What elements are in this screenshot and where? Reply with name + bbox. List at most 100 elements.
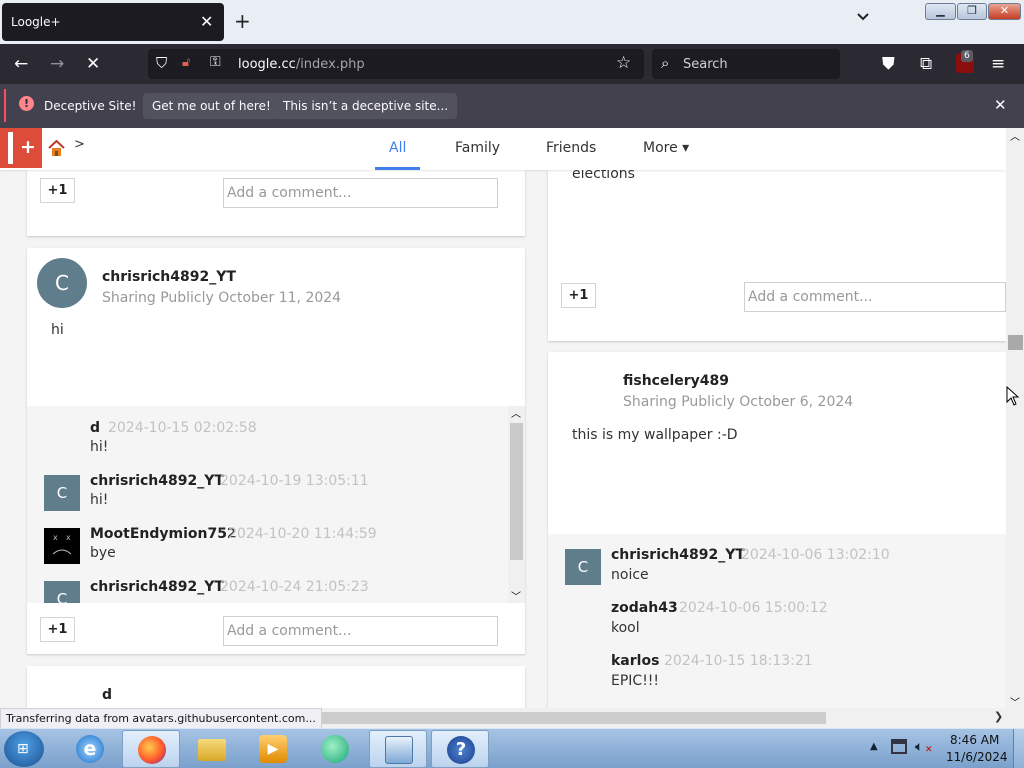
deceptive-site-notification: ! Deceptive Site! Get me out of here! Th… [0, 84, 1024, 128]
windows-taskbar: ⊞ e ▶ ? ▲ 🔈︎ ✕ 8:46 AM 11/6/2024 [0, 728, 1024, 768]
comment-avatar[interactable]: C [44, 581, 80, 603]
page-scrollbar[interactable]: ︿ ﹀ [1006, 128, 1024, 708]
back-icon[interactable]: ← [14, 54, 28, 74]
extensions-icon[interactable]: ⧉ [920, 54, 932, 74]
search-icon: ⌕ [661, 54, 670, 72]
green-app-icon [321, 735, 349, 763]
comment-text: kool [611, 620, 640, 636]
comment-author[interactable]: zodah43 [611, 600, 678, 616]
comment-avatar[interactable]: C [44, 475, 80, 511]
list-all-tabs-icon[interactable] [856, 10, 870, 26]
notification-close-icon[interactable]: ✕ [994, 96, 1007, 114]
comment-avatar[interactable]: C [565, 549, 601, 585]
plus-one-button[interactable]: +1 [561, 283, 596, 308]
taskbar-help[interactable]: ? [431, 730, 489, 768]
tab-all[interactable]: All [389, 140, 406, 156]
new-tab-button[interactable]: + [234, 9, 251, 33]
menu-icon[interactable]: ≡ [991, 54, 1005, 74]
scroll-down-icon[interactable]: ﹀ [1010, 694, 1020, 708]
site-logo[interactable]: + [0, 128, 42, 168]
comment-avatar-dark-face[interactable]: xx [44, 528, 80, 564]
show-desktop-button[interactable] [1013, 729, 1024, 768]
home-icon[interactable] [48, 140, 65, 156]
comments-list: d 2024-10-15 02:02:58 hi! C chrisrich489… [27, 406, 525, 603]
comment-input[interactable]: Add a comment... [223, 616, 498, 646]
scroll-down-icon[interactable]: ﹀ [511, 588, 521, 603]
comment-timestamp: 2024-10-15 02:02:58 [108, 420, 257, 436]
post-meta: Sharing Publicly October 6, 2024 [623, 394, 854, 410]
comment-author[interactable]: chrisrich4892_YT [611, 547, 745, 563]
get-me-out-button[interactable]: Get me out of here! [143, 93, 280, 119]
post-body: hi [51, 322, 64, 338]
tab-more[interactable]: More ▾ [643, 140, 689, 156]
taskbar-app-green[interactable] [306, 730, 364, 768]
warning-strip [4, 89, 6, 122]
post-author[interactable]: d [102, 687, 112, 703]
comment-timestamp: 2024-10-06 15:00:12 [679, 600, 828, 616]
comment-timestamp: 2024-10-19 13:05:11 [220, 473, 369, 489]
window-restore-button[interactable]: ❐ [957, 3, 987, 20]
tracking-shield-icon[interactable]: ⛉ [156, 54, 167, 72]
comment-author[interactable]: d [90, 420, 100, 436]
firefox-icon [138, 736, 166, 764]
pocket-icon[interactable]: ⛊ [882, 54, 895, 74]
window-close-button[interactable]: ✕ [988, 3, 1021, 20]
comments-scrollbar-thumb[interactable] [510, 423, 523, 560]
author-avatar[interactable]: C [37, 258, 87, 308]
comment-text: bye [90, 545, 116, 561]
bookmark-star-icon[interactable]: ☆ [616, 53, 631, 73]
clock-date[interactable]: 11/6/2024 [946, 750, 1008, 764]
windows-logo-icon: ⊞ [17, 741, 29, 757]
comments-scrollbar[interactable]: ︿ ﹀ [508, 406, 525, 603]
taskbar-firefox[interactable] [122, 730, 180, 768]
browser-toolbar: ← → ✕ ⛉ 🔓︎ ⚿ loogle.cc/index.php ☆ ⌕ Sea… [0, 44, 1024, 84]
scroll-right-icon[interactable]: ❯ [994, 710, 1003, 723]
network-icon[interactable] [891, 739, 907, 754]
tab-close-icon[interactable]: ✕ [200, 12, 213, 31]
url-text[interactable]: loogle.cc/index.php [238, 57, 365, 72]
comment-author[interactable]: MootEndymion752 [90, 526, 237, 542]
taskbar-internet-explorer[interactable]: e [61, 730, 119, 768]
browser-tab[interactable]: Loogle+ ✕ [2, 3, 224, 41]
post-card: C chrisrich4892_YT Sharing Publicly Octo… [27, 248, 525, 654]
browser-tab-strip: Loogle+ ✕ + ▁ ❐ ✕ [0, 0, 1024, 44]
post-author[interactable]: fishcelery489 [623, 373, 729, 389]
stop-loading-icon[interactable]: ✕ [86, 54, 100, 74]
taskbar-file-explorer[interactable] [183, 730, 241, 768]
tray-expand-icon[interactable]: ▲ [870, 741, 878, 752]
taskbar-control-panel[interactable] [369, 730, 427, 768]
post-author[interactable]: chrisrich4892_YT [102, 269, 236, 285]
folder-icon [198, 739, 226, 761]
comments-list: C chrisrich4892_YT 2024-10-06 13:02:10 n… [548, 534, 1006, 708]
insecure-lock-icon[interactable]: 🔓︎ [182, 55, 190, 70]
url-bar[interactable]: ⛉ 🔓︎ ⚿ loogle.cc/index.php ☆ [148, 49, 644, 79]
tab-title: Loogle+ [11, 15, 61, 29]
volume-icon[interactable]: 🔈︎ [915, 739, 923, 755]
scroll-up-icon[interactable]: ︿ [1010, 128, 1020, 143]
comment-text: noice [611, 567, 649, 583]
comment-author[interactable]: chrisrich4892_YT [90, 579, 224, 595]
comment-input[interactable]: Add a comment... [223, 178, 498, 208]
start-button[interactable]: ⊞ [4, 731, 44, 767]
plus-one-button[interactable]: +1 [40, 617, 75, 642]
warning-icon: ! [19, 96, 34, 111]
comment-text: EPIC!!! [611, 673, 660, 689]
not-deceptive-button[interactable]: This isn’t a deceptive site... [274, 93, 458, 119]
tab-friends[interactable]: Friends [546, 140, 596, 156]
horizontal-scrollbar-thumb[interactable] [300, 712, 826, 724]
clock-time[interactable]: 8:46 AM [950, 733, 999, 747]
key-icon[interactable]: ⚿ [210, 54, 221, 70]
forward-icon[interactable]: → [50, 54, 64, 74]
logo-plus: + [20, 136, 36, 158]
search-box[interactable]: ⌕ Search [652, 49, 840, 79]
active-tab-indicator [375, 167, 420, 170]
comment-author[interactable]: chrisrich4892_YT [90, 473, 224, 489]
taskbar-media-player[interactable]: ▶ [244, 730, 302, 768]
comment-input[interactable]: Add a comment... [744, 282, 1006, 312]
tab-family[interactable]: Family [455, 140, 500, 156]
page-scrollbar-thumb[interactable] [1008, 335, 1023, 350]
window-minimize-button[interactable]: ▁ [925, 3, 956, 20]
scroll-up-icon[interactable]: ︿ [511, 406, 521, 420]
comment-author[interactable]: karlos [611, 653, 659, 669]
plus-one-button[interactable]: +1 [40, 178, 75, 203]
